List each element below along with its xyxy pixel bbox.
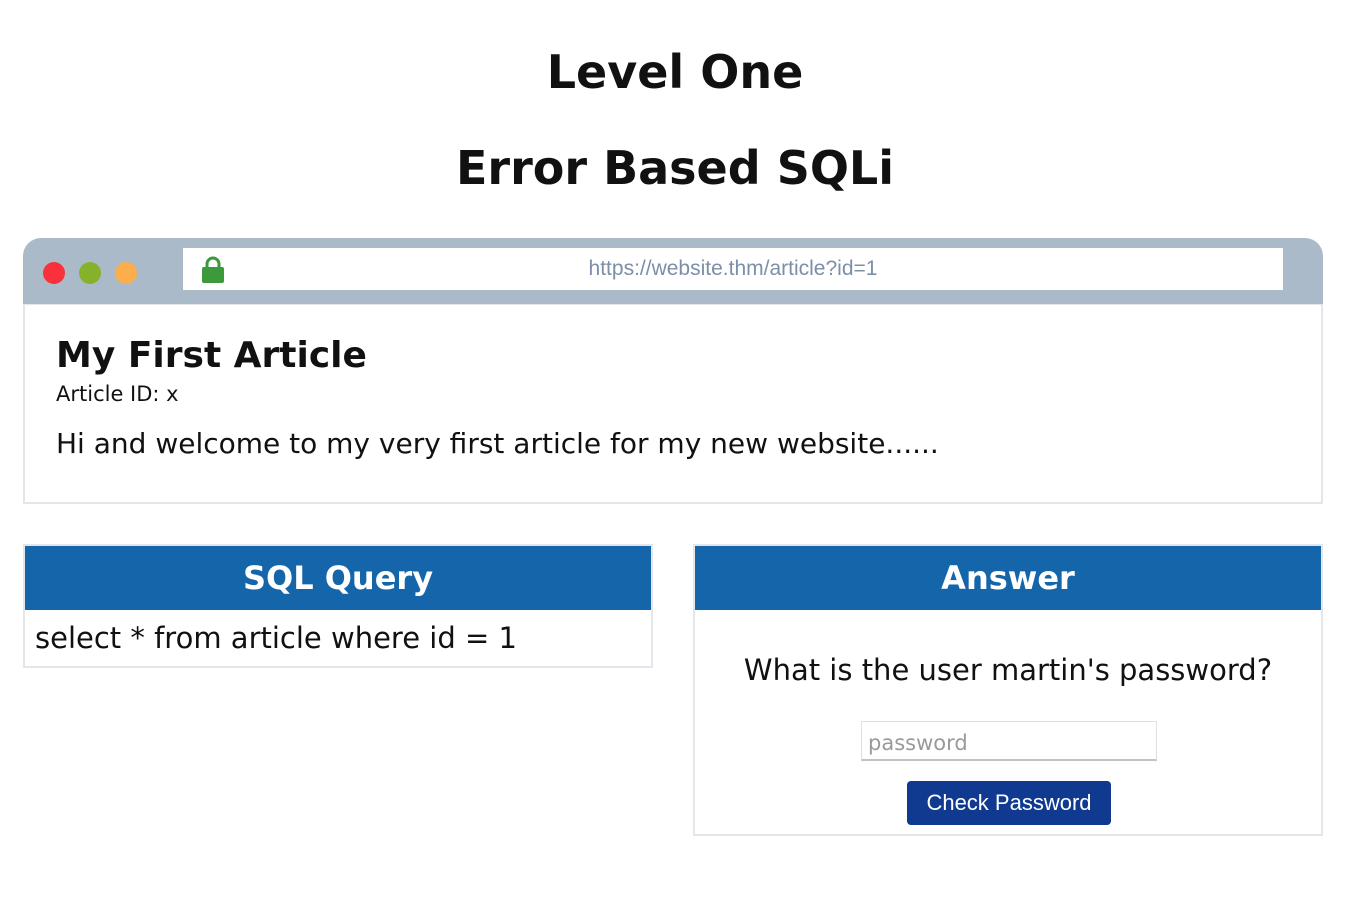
- address-bar[interactable]: https://website.thm/article?id=1: [183, 248, 1283, 290]
- article-title: My First Article: [56, 335, 367, 376]
- answer-header: Answer: [695, 546, 1321, 610]
- browser-toolbar: https://website.thm/article?id=1: [23, 238, 1323, 304]
- answer-panel: Answer What is the user martin's passwor…: [693, 544, 1323, 836]
- password-input[interactable]: [861, 721, 1157, 761]
- close-dot[interactable]: [43, 262, 65, 284]
- sql-query-panel: SQL Query select * from article where id…: [23, 544, 653, 668]
- check-password-button[interactable]: Check Password: [907, 781, 1111, 825]
- browser-content: My First Article Article ID: x Hi and we…: [23, 304, 1323, 504]
- page-subtitle: Error Based SQLi: [455, 141, 895, 195]
- article-id: Article ID: x: [56, 382, 179, 406]
- sql-query-text: select * from article where id = 1: [35, 621, 517, 655]
- article-body: Hi and welcome to my very first article …: [56, 427, 939, 460]
- answer-question: What is the user martin's password?: [743, 653, 1273, 687]
- page-title: Level One: [546, 45, 804, 99]
- sql-query-header: SQL Query: [25, 546, 651, 610]
- browser-mockup: https://website.thm/article?id=1 My Firs…: [23, 238, 1323, 504]
- minimize-dot[interactable]: [79, 262, 101, 284]
- maximize-dot[interactable]: [115, 262, 137, 284]
- address-url[interactable]: https://website.thm/article?id=1: [183, 248, 1283, 290]
- lock-icon: [202, 256, 224, 283]
